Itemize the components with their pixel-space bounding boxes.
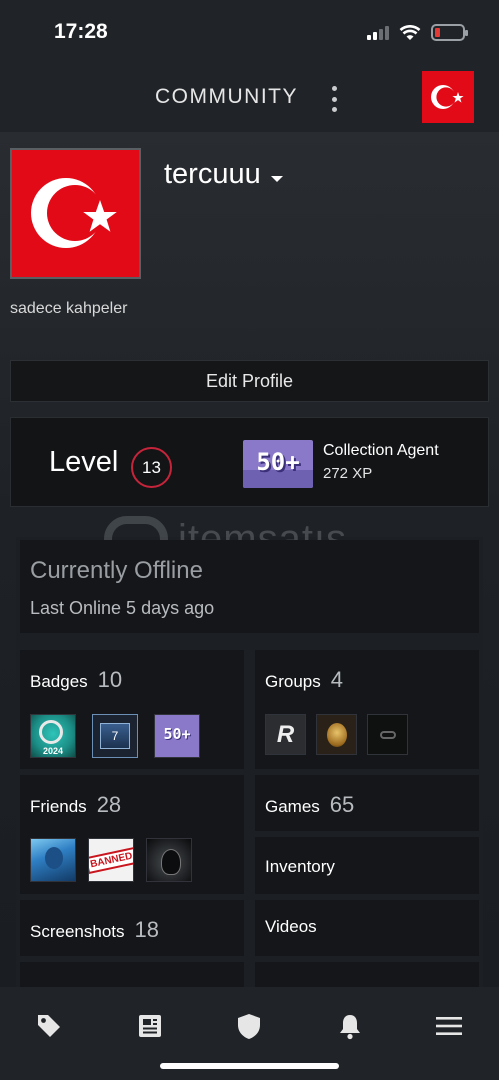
- kebab-menu-icon[interactable]: [330, 86, 338, 112]
- badge-text: 50+: [256, 448, 300, 476]
- screenshots-count: 18: [134, 917, 159, 942]
- status-bar: 17:28: [0, 0, 499, 66]
- collection-agent-badge-icon[interactable]: 50+: [243, 440, 313, 488]
- edit-profile-button[interactable]: Edit Profile: [10, 360, 489, 402]
- level-value: 13: [131, 447, 172, 488]
- bell-icon[interactable]: [335, 1011, 365, 1041]
- news-icon[interactable]: [135, 1011, 165, 1041]
- group-bee-icon[interactable]: [316, 714, 357, 755]
- screenshots-label: Screenshots: [30, 922, 125, 941]
- groups-tile[interactable]: Groups 4 R: [255, 650, 479, 769]
- games-label: Games: [265, 797, 320, 816]
- shield-icon[interactable]: [234, 1011, 264, 1041]
- username: tercuuu: [164, 158, 261, 190]
- banned-stamp-text: BANNED: [89, 846, 133, 874]
- groups-count: 4: [330, 667, 343, 692]
- app-header: COMMUNITY: [0, 66, 499, 132]
- friends-label: Friends: [30, 797, 87, 816]
- status-title: Currently Offline: [30, 557, 203, 584]
- screenshots-header: Screenshots 18: [30, 917, 159, 943]
- fifty-badge-text: 50+: [163, 725, 191, 743]
- cellular-signal-icon: [367, 25, 389, 40]
- next-row-tile-right[interactable]: [255, 962, 479, 987]
- friend-avatar-hooded-icon[interactable]: [146, 838, 192, 882]
- next-row-tile-left[interactable]: [20, 962, 244, 987]
- groups-header: Groups 4: [265, 667, 343, 693]
- inventory-header: Inventory: [265, 857, 335, 877]
- years-badge-text: 7: [100, 723, 130, 749]
- profile-bio: sadece kahpeler: [10, 300, 128, 317]
- avatar[interactable]: [10, 148, 141, 279]
- group-dark-logo-icon[interactable]: [367, 714, 408, 755]
- friends-thumbs: BANNED: [30, 838, 192, 882]
- wifi-icon: [399, 24, 421, 40]
- username-dropdown[interactable]: tercuuu: [164, 158, 283, 191]
- videos-label: Videos: [265, 917, 317, 936]
- friends-header: Friends 28: [30, 792, 121, 818]
- steam-2024-badge-icon[interactable]: [30, 714, 76, 758]
- videos-header: Videos: [265, 917, 317, 937]
- badges-label: Badges: [30, 672, 88, 691]
- screenshots-tile[interactable]: Screenshots 18: [20, 900, 244, 956]
- badges-header: Badges 10: [30, 667, 122, 693]
- badges-thumbs: 7 50+: [30, 714, 200, 758]
- header-title: COMMUNITY: [155, 85, 298, 108]
- collection-badge-icon[interactable]: 50+: [154, 714, 200, 758]
- profile-content: tercuuu sadece kahpeler Edit Profile Lev…: [0, 132, 499, 987]
- friend-avatar-blue-hair-icon[interactable]: [30, 838, 76, 882]
- inventory-label: Inventory: [265, 857, 335, 876]
- tag-icon[interactable]: [34, 1011, 64, 1041]
- videos-tile[interactable]: Videos: [255, 900, 479, 956]
- group-r-icon[interactable]: R: [265, 714, 306, 755]
- status-subtitle: Last Online 5 days ago: [30, 598, 215, 618]
- groups-label: Groups: [265, 672, 321, 691]
- inventory-tile[interactable]: Inventory: [255, 837, 479, 894]
- caret-down-icon: [270, 175, 283, 182]
- group-r-text: R: [276, 720, 295, 748]
- badges-count: 10: [97, 667, 123, 692]
- friend-avatar-banned-icon[interactable]: BANNED: [88, 838, 134, 882]
- status-icons: [367, 24, 468, 41]
- friends-count: 28: [96, 792, 122, 817]
- years-of-service-badge-icon[interactable]: 7: [92, 714, 138, 758]
- level-panel: Level 13 50+ Collection Agent 272 XP: [10, 417, 489, 507]
- friends-tile[interactable]: Friends 28 BANNED: [20, 775, 244, 894]
- battery-icon: [431, 24, 468, 41]
- badge-xp: 272 XP: [323, 465, 373, 482]
- badges-tile[interactable]: Badges 10 7 50+: [20, 650, 244, 769]
- turkey-flag-icon[interactable]: [422, 71, 474, 123]
- hamburger-menu-icon[interactable]: [434, 1011, 464, 1041]
- games-tile[interactable]: Games 65: [255, 775, 479, 831]
- groups-thumbs: R: [265, 714, 408, 755]
- status-time: 17:28: [54, 20, 108, 43]
- games-count: 65: [329, 792, 355, 817]
- home-indicator[interactable]: [160, 1063, 339, 1069]
- online-status-box: Currently Offline Last Online 5 days ago: [20, 540, 479, 633]
- level-label: Level: [49, 446, 119, 478]
- games-header: Games 65: [265, 792, 354, 818]
- badge-name: Collection Agent: [323, 442, 439, 459]
